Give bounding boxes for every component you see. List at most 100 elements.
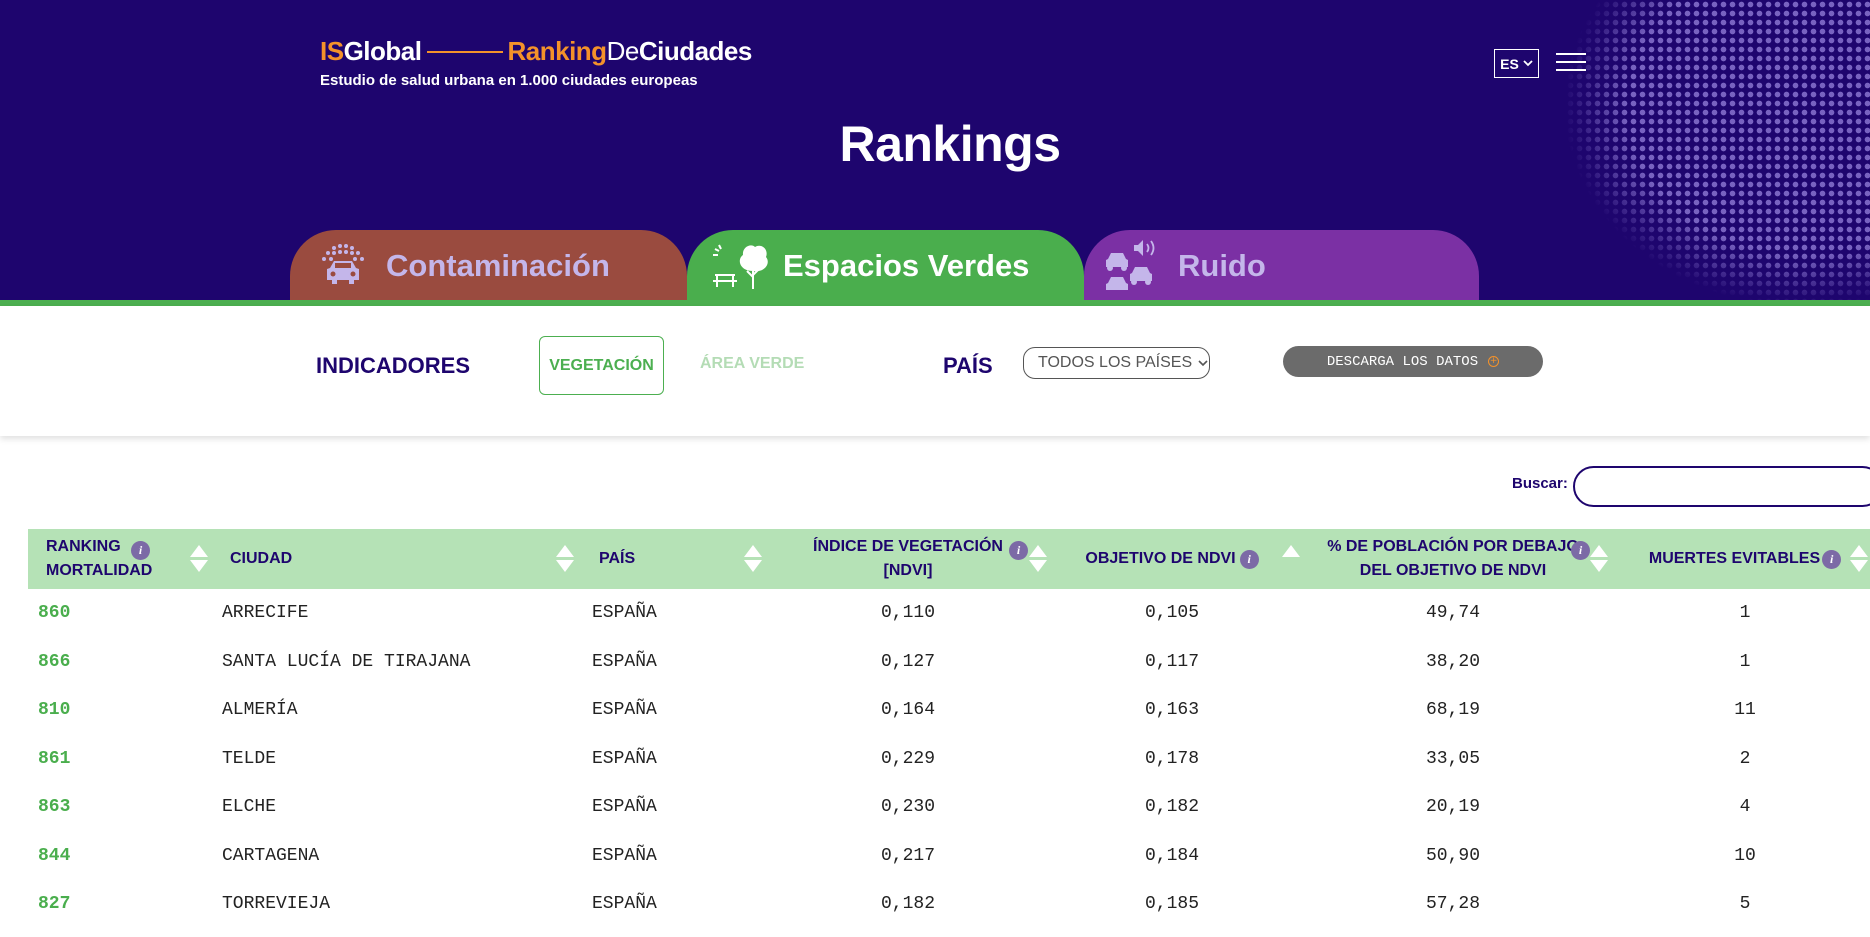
cell-ranking: 860 (38, 603, 71, 624)
cell-objetivo-ndvi: 0,163 (1144, 700, 1199, 721)
sort-icon[interactable] (556, 545, 574, 573)
cell-objetivo-ndvi: 0,185 (1144, 894, 1199, 915)
cell-indice-ndvi: 0,110 (880, 603, 935, 624)
tab-ruido[interactable]: Ruido (1084, 230, 1479, 302)
cell-ciudad: CARTAGENA (222, 845, 320, 866)
cell-indice-ndvi: 0,127 (880, 651, 935, 672)
cell-pais: ESPAÑA (592, 894, 657, 915)
cell-muertes-evitables: 10 (1734, 845, 1756, 866)
cell-indice-ndvi: 0,182 (880, 894, 935, 915)
rankings-table: RANKING MORTALIDAD i CIUDAD PAÍS ÍNDICE … (28, 529, 1870, 929)
chevron-down-icon (1523, 60, 1533, 67)
table-body: 860 ARRECIFE ESPAÑA 0,110 0,105 49,74 1 866 SANT… (28, 589, 1870, 929)
tree-bench-icon (713, 244, 768, 289)
cell-indice-ndvi: 0,230 (880, 797, 935, 818)
info-icon[interactable]: i (1009, 541, 1028, 560)
cell-ciudad: ARRECIFE (222, 603, 309, 624)
cell-indice-ndvi: 0,229 (880, 748, 935, 769)
cell-ranking: 810 (38, 700, 71, 721)
search-input[interactable] (1573, 466, 1870, 507)
car-smog-icon (322, 244, 364, 284)
site-subtitle: Estudio de salud urbana en 1.000 ciudade… (320, 72, 698, 89)
cell-ranking: 866 (38, 651, 71, 672)
info-icon[interactable]: i (1822, 549, 1842, 569)
cell-ciudad: TORREVIEJA (222, 894, 331, 915)
column-ciudad[interactable]: CIUDAD (230, 529, 530, 589)
table-header: RANKING MORTALIDAD i CIUDAD PAÍS ÍNDICE … (28, 529, 1870, 589)
plus-icon: + (1488, 356, 1500, 367)
country-select[interactable]: TODOS LOS PAÍSES (1023, 347, 1210, 379)
cell-poblacion-debajo: 20,19 (1425, 797, 1480, 818)
language-select[interactable]: ES (1494, 49, 1539, 78)
column-indice-vegetacion[interactable]: ÍNDICE DE VEGETACIÓN [NDVI] i (788, 529, 1028, 589)
column-poblacion-debajo-objetivo[interactable]: % DE POBLACIÓN POR DEBAJO DEL OBJETIVO D… (1318, 529, 1590, 589)
indicator-vegetation-button[interactable]: VEGETACIÓN (539, 336, 664, 395)
table-row[interactable]: 866 SANTA LUCÍA DE TIRAJANA ESPAÑA 0,127 0,1… (28, 638, 1870, 687)
cell-muertes-evitables: 11 (1734, 700, 1756, 721)
indicator-green-area-button[interactable]: ÁREA VERDE (700, 355, 804, 373)
cell-objetivo-ndvi: 0,182 (1144, 797, 1199, 818)
cell-muertes-evitables: 4 (1739, 797, 1751, 818)
table-row[interactable]: 810 ALMERÍA ESPAÑA 0,164 0,163 68,19 11 (28, 686, 1870, 735)
cell-muertes-evitables: 1 (1739, 603, 1751, 624)
info-icon[interactable]: i (1571, 541, 1590, 560)
cell-ciudad: TELDE (222, 748, 277, 769)
cell-muertes-evitables: 5 (1739, 894, 1751, 915)
logo-dash (427, 50, 504, 53)
cell-ranking: 844 (38, 845, 71, 866)
cell-muertes-evitables: 1 (1739, 651, 1751, 672)
cell-pais: ESPAÑA (592, 748, 657, 769)
table-row[interactable]: 844 CARTAGENA ESPAÑA 0,217 0,184 50,90 10 (28, 832, 1870, 881)
sort-icon[interactable] (1029, 545, 1047, 573)
info-icon[interactable]: i (1239, 549, 1259, 569)
sort-icon[interactable] (744, 545, 762, 573)
cell-indice-ndvi: 0,217 (880, 845, 935, 866)
cell-poblacion-debajo: 57,28 (1425, 894, 1480, 915)
cell-pais: ESPAÑA (592, 603, 657, 624)
tab-contaminacion[interactable]: Contaminación (290, 230, 687, 302)
cell-ranking: 861 (38, 748, 71, 769)
cell-indice-ndvi: 0,164 (880, 700, 935, 721)
cell-poblacion-debajo: 49,74 (1425, 603, 1480, 624)
cell-muertes-evitables: 2 (1739, 748, 1751, 769)
table-row[interactable]: 827 TORREVIEJA ESPAÑA 0,182 0,185 57,28 5 (28, 880, 1870, 929)
cell-objetivo-ndvi: 0,178 (1144, 748, 1199, 769)
cell-ranking: 827 (38, 894, 71, 915)
table-row[interactable]: 860 ARRECIFE ESPAÑA 0,110 0,105 49,74 1 (28, 589, 1870, 638)
column-muertes-evitables[interactable]: MUERTES EVITABLES i (1640, 529, 1850, 589)
filter-bar: INDICADORES VEGETACIÓN ÁREA VERDE PAÍS T… (0, 306, 1870, 436)
cell-ciudad: ELCHE (222, 797, 277, 818)
search-label: Buscar: (1512, 475, 1568, 492)
cell-ciudad: SANTA LUCÍA DE TIRAJANA (222, 651, 471, 672)
cell-poblacion-debajo: 38,20 (1425, 651, 1480, 672)
traffic-noise-icon (1106, 240, 1155, 290)
cell-poblacion-debajo: 68,19 (1425, 700, 1480, 721)
sort-icon[interactable] (1850, 545, 1868, 573)
column-pais[interactable]: PAÍS (599, 529, 749, 589)
chevron-down-icon (1198, 359, 1208, 366)
menu-icon[interactable] (1556, 53, 1586, 73)
cell-pais: ESPAÑA (592, 700, 657, 721)
table-row[interactable]: 861 TELDE ESPAÑA 0,229 0,178 33,05 2 (28, 735, 1870, 784)
cell-ciudad: ALMERÍA (222, 700, 298, 721)
sort-ascending-icon[interactable] (1282, 545, 1300, 573)
cell-poblacion-debajo: 33,05 (1425, 748, 1480, 769)
sort-icon[interactable] (190, 545, 208, 573)
column-objetivo-ndvi[interactable]: OBJETIVO DE NDVI i (1072, 529, 1272, 589)
download-data-button[interactable]: DESCARGA LOS DATOS + (1283, 346, 1543, 377)
site-header: IS Global Ranking De Ciudades Estudio de sa… (0, 0, 1870, 302)
cell-poblacion-debajo: 50,90 (1425, 845, 1480, 866)
cell-pais: ESPAÑA (592, 651, 657, 672)
cell-objetivo-ndvi: 0,117 (1144, 651, 1199, 672)
cell-objetivo-ndvi: 0,105 (1144, 603, 1199, 624)
tab-espacios-verdes[interactable]: Espacios Verdes (687, 230, 1084, 302)
sort-icon[interactable] (1590, 545, 1608, 573)
table-row[interactable]: 863 ELCHE ESPAÑA 0,230 0,182 20,19 4 (28, 783, 1870, 832)
country-label: PAÍS (943, 353, 993, 378)
cell-pais: ESPAÑA (592, 845, 657, 866)
column-ranking-mortalidad[interactable]: RANKING MORTALIDAD i (46, 529, 186, 589)
page-title: Rankings (839, 116, 1061, 172)
cell-ranking: 863 (38, 797, 71, 818)
info-icon[interactable]: i (131, 541, 150, 560)
site-logo[interactable]: IS Global Ranking De Ciudades (320, 36, 752, 67)
